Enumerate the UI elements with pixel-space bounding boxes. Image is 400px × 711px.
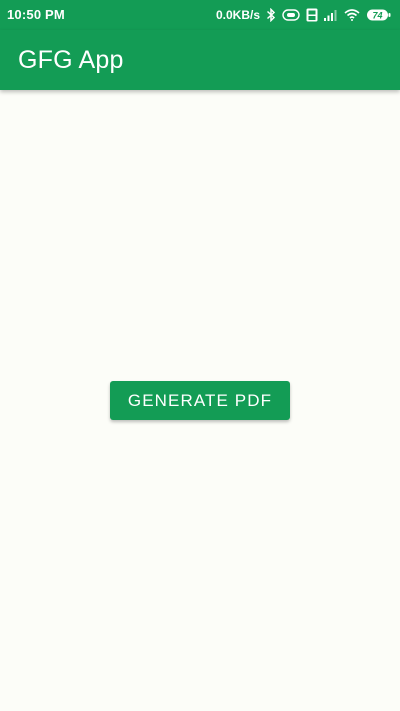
volte-icon — [306, 6, 318, 24]
hd-voice-icon — [282, 6, 300, 24]
generate-pdf-button[interactable]: GENERATE PDF — [110, 381, 290, 420]
status-bar: 10:50 PM 0.0KB/s 74 — [0, 0, 400, 30]
app-bar: GFG App — [0, 30, 400, 90]
status-time: 10:50 PM — [7, 7, 65, 22]
battery-icon: 74 — [366, 6, 392, 24]
main-content: GENERATE PDF — [0, 90, 400, 711]
app-title: GFG App — [18, 46, 124, 74]
status-icons: 0.0KB/s 74 — [216, 6, 392, 24]
network-speed: 0.0KB/s — [215, 8, 260, 22]
battery-level: 74 — [372, 11, 382, 21]
wifi-icon — [344, 6, 360, 24]
cell-signal-icon — [324, 6, 338, 24]
bluetooth-icon — [266, 6, 276, 24]
